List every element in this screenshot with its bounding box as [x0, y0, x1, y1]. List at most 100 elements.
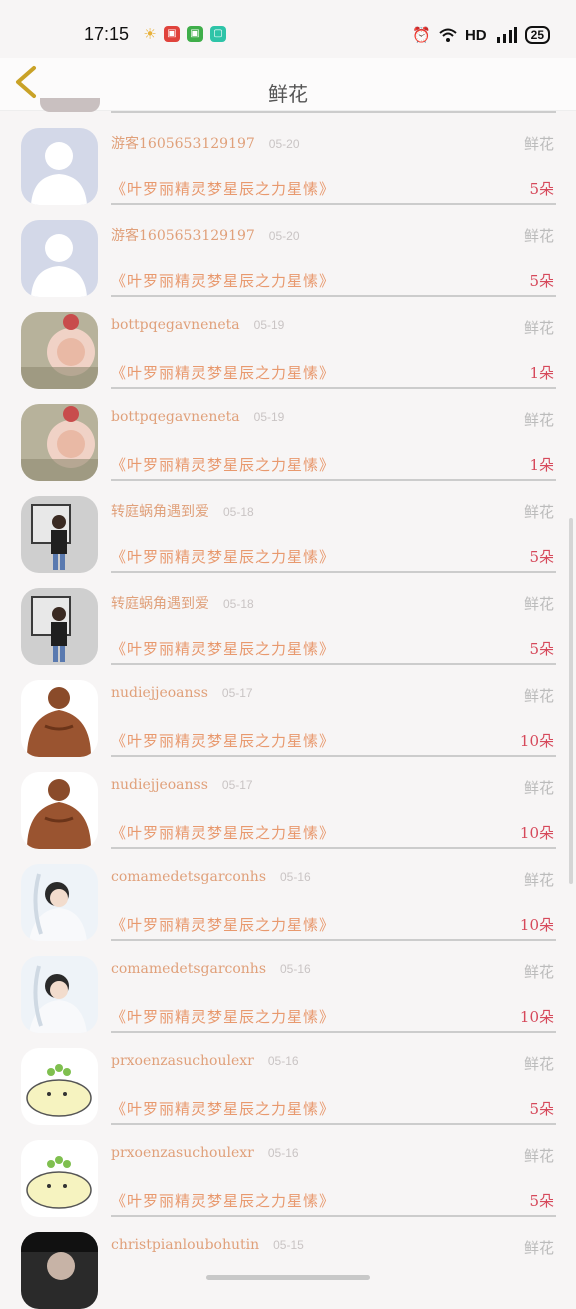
avatar[interactable] — [21, 312, 98, 389]
name-line: nudiejjeoanss 05-17 — [111, 685, 253, 701]
battery-icon: 25 — [524, 26, 550, 44]
home-indicator[interactable] — [206, 1275, 370, 1280]
send-date: 05-16 — [267, 1054, 299, 1068]
sender-name[interactable]: 游客1605653129197 — [111, 133, 255, 153]
list-item[interactable]: nudiejjeoanss 05-17 鲜花 《叶罗丽精灵梦星辰之力星愫》 10朵 — [0, 662, 576, 757]
book-title[interactable]: 《叶罗丽精灵梦星辰之力星愫》 — [111, 546, 335, 567]
book-title[interactable]: 《叶罗丽精灵梦星辰之力星愫》 — [111, 730, 335, 751]
avatar[interactable] — [21, 588, 98, 665]
list-item[interactable]: bottpqegavneneta 05-19 鲜花《叶罗丽精灵梦星辰之力星愫》 1朵 — [0, 386, 576, 481]
list-item[interactable]: 转庭蜗角遇到爱 05-18 鲜花《叶罗丽精灵梦星辰之力星愫》 5朵 — [0, 570, 576, 665]
list-item[interactable]: bottpqegavneneta 05-19 鲜花《叶罗丽精灵梦星辰之力星愫》 1朵 — [0, 294, 576, 389]
book-title[interactable]: 《叶罗丽精灵梦星辰之力星愫》 — [111, 638, 335, 659]
name-line: prxoenzasuchoulexr 05-16 — [111, 1145, 299, 1161]
name-line: christpianloubohutin 05-15 — [111, 1237, 304, 1253]
flower-count: 10朵 — [519, 916, 554, 934]
name-line: 转庭蜗角遇到爱 05-18 — [111, 501, 254, 521]
sender-name[interactable]: bottpqegavneneta — [111, 409, 240, 425]
flower-count: 5朵 — [529, 272, 554, 290]
list-item[interactable]: 游客1605653129197 05-20 鲜花《叶罗丽精灵梦星辰之力星愫》 5朵 — [0, 110, 576, 205]
list-item[interactable]: christpianloubohutin 05-15 鲜花 — [0, 1214, 576, 1309]
status-indicators: ⏰ HD 25 — [412, 24, 550, 46]
avatar[interactable] — [21, 1232, 98, 1309]
avatar[interactable] — [21, 128, 98, 205]
name-line: bottpqegavneneta 05-19 — [111, 409, 284, 425]
book-title[interactable]: 《叶罗丽精灵梦星辰之力星愫》 — [111, 822, 335, 843]
send-date: 05-18 — [223, 505, 254, 519]
gift-type: 鲜花 — [523, 227, 554, 245]
flower-count: 5朵 — [529, 640, 554, 658]
list-item[interactable]: 转庭蜗角遇到爱 05-18 鲜花 《叶罗丽精灵梦星辰之力星愫》 5朵 — [0, 478, 576, 573]
send-date: 05-20 — [268, 137, 300, 151]
status-time: 17:15 — [84, 24, 130, 44]
book-title[interactable]: 《叶罗丽精灵梦星辰之力星愫》 — [111, 914, 335, 935]
flower-count: 1朵 — [529, 364, 554, 382]
name-line: bottpqegavneneta 05-19 — [111, 317, 284, 333]
list-item[interactable]: 游客1605653129197 05-20 鲜花《叶罗丽精灵梦星辰之力星愫》 5朵 — [0, 202, 576, 297]
list-item[interactable]: prxoenzasuchoulexr 05-16 鲜花 《叶罗丽精灵梦星辰之力星愫》 5… — [0, 1030, 576, 1125]
list-item[interactable]: prxoenzasuchoulexr 05-16 鲜花 《叶罗丽精灵梦星辰之力星愫》 5… — [0, 1122, 576, 1217]
book-title[interactable]: 《叶罗丽精灵梦星辰之力星愫》 — [111, 454, 335, 475]
send-date: 05-16 — [280, 870, 311, 884]
avatar[interactable] — [21, 404, 98, 481]
name-line: prxoenzasuchoulexr 05-16 — [111, 1053, 299, 1069]
avatar[interactable] — [21, 1048, 98, 1125]
avatar[interactable] — [21, 772, 98, 849]
gift-type: 鲜花 — [523, 687, 554, 705]
app-notification-icon: ▢ — [210, 26, 226, 42]
book-title[interactable]: 《叶罗丽精灵梦星辰之力星愫》 — [111, 1098, 335, 1119]
gift-type: 鲜花 — [523, 595, 554, 613]
book-title[interactable]: 《叶罗丽精灵梦星辰之力星愫》 — [111, 362, 335, 383]
name-line: 游客1605653129197 05-20 — [111, 225, 300, 245]
flower-count: 1朵 — [529, 456, 554, 474]
send-date: 05-17 — [221, 778, 253, 792]
scrollbar[interactable] — [569, 518, 573, 884]
flower-count: 10朵 — [519, 824, 554, 842]
list-item[interactable]: comamedetsgarconhs 05-16 鲜花 《叶罗丽精灵梦星辰之力星愫》 1… — [0, 938, 576, 1033]
sender-name[interactable]: nudiejjeoanss — [111, 777, 208, 793]
book-title[interactable]: 《叶罗丽精灵梦星辰之力星愫》 — [111, 1006, 335, 1027]
name-line: 游客1605653129197 05-20 — [111, 133, 300, 153]
gift-type: 鲜花 — [523, 1239, 554, 1257]
sender-name[interactable]: 转庭蜗角遇到爱 — [111, 593, 209, 613]
gift-type: 鲜花 — [523, 963, 554, 981]
send-date: 05-20 — [268, 229, 300, 243]
flower-count: 5朵 — [529, 548, 554, 566]
sender-name[interactable]: nudiejjeoanss — [111, 685, 208, 701]
flower-count: 5朵 — [529, 1100, 554, 1118]
name-line: nudiejjeoanss 05-17 — [111, 777, 253, 793]
sender-name[interactable]: prxoenzasuchoulexr — [111, 1053, 254, 1069]
gift-type: 鲜花 — [523, 135, 554, 153]
list-item[interactable]: comamedetsgarconhs 05-16 鲜花《叶罗丽精灵梦星辰之力星愫》 1… — [0, 846, 576, 941]
avatar[interactable] — [21, 864, 98, 941]
send-date: 05-19 — [253, 410, 285, 424]
list-item[interactable]: nudiejjeoanss 05-17 鲜花 《叶罗丽精灵梦星辰之力星愫》 10朵 — [0, 754, 576, 849]
send-date: 05-16 — [267, 1146, 299, 1160]
gift-type: 鲜花 — [523, 319, 554, 337]
avatar[interactable] — [21, 1140, 98, 1217]
flower-count: 5朵 — [529, 180, 554, 198]
send-date: 05-17 — [221, 686, 253, 700]
send-date: 05-18 — [223, 597, 254, 611]
gift-type: 鲜花 — [523, 411, 554, 429]
sender-name[interactable]: comamedetsgarconhs — [111, 869, 266, 885]
avatar[interactable] — [21, 220, 98, 297]
send-date: 05-19 — [253, 318, 285, 332]
weather-icon: ☀ — [143, 25, 157, 43]
sender-name[interactable]: comamedetsgarconhs — [111, 961, 266, 977]
flower-count: 10朵 — [519, 1008, 554, 1026]
sender-name[interactable]: 转庭蜗角遇到爱 — [111, 501, 209, 521]
sender-name[interactable]: prxoenzasuchoulexr — [111, 1145, 254, 1161]
avatar[interactable] — [21, 496, 98, 573]
sender-name[interactable]: bottpqegavneneta — [111, 317, 240, 333]
book-title[interactable]: 《叶罗丽精灵梦星辰之力星愫》 — [111, 270, 335, 291]
gift-type: 鲜花 — [523, 871, 554, 889]
avatar[interactable] — [21, 956, 98, 1033]
sender-name[interactable]: 游客1605653129197 — [111, 225, 255, 245]
avatar[interactable] — [21, 680, 98, 757]
status-bar: 17:15 ☀ ▣ ▣ ▢ ⏰ HD 25 — [0, 0, 576, 58]
book-title[interactable]: 《叶罗丽精灵梦星辰之力星愫》 — [111, 1190, 335, 1211]
book-title[interactable]: 《叶罗丽精灵梦星辰之力星愫》 — [111, 178, 335, 199]
sender-name[interactable]: christpianloubohutin — [111, 1237, 259, 1253]
network-type: HD — [464, 26, 487, 44]
